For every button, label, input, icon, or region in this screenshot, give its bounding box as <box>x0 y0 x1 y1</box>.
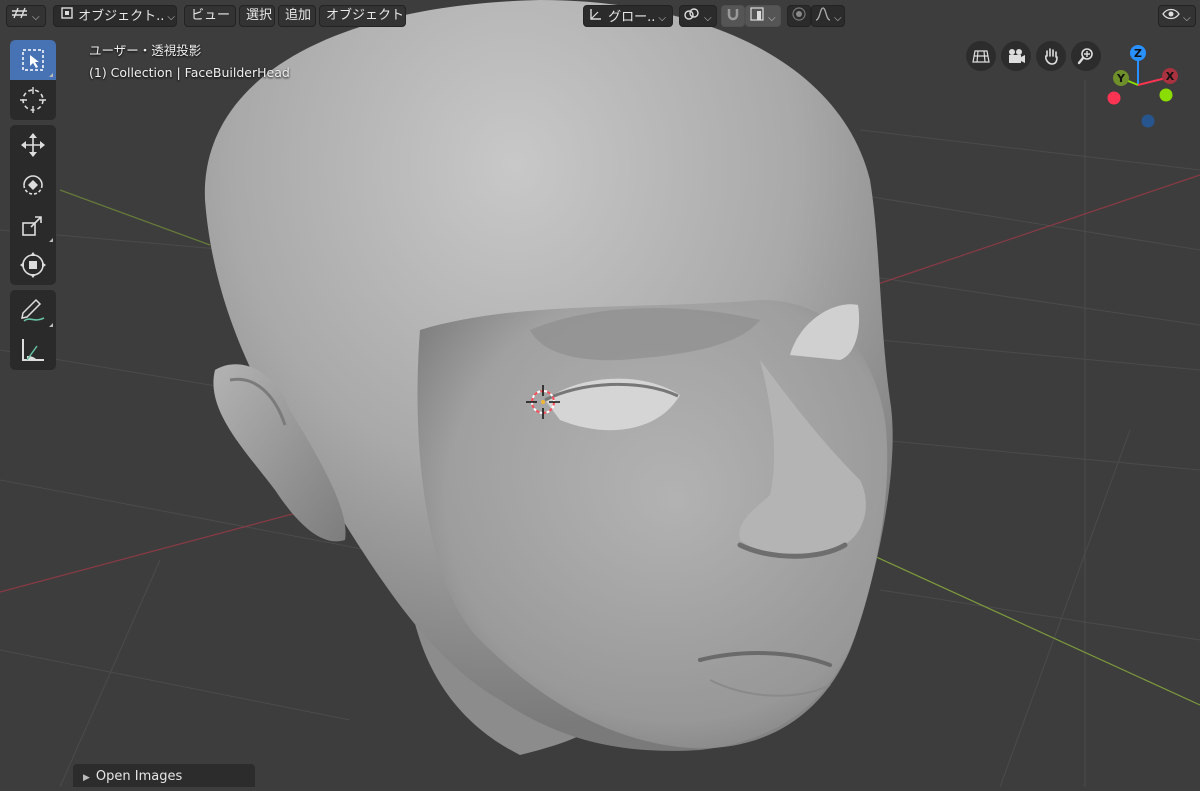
tool-group-select <box>10 40 56 120</box>
tool-cursor[interactable] <box>10 80 56 120</box>
snap-magnet-icon <box>725 6 741 29</box>
gizmo-neg-x[interactable] <box>1107 91 1121 105</box>
chevron-down-icon: ⌵ <box>167 12 175 23</box>
snap-link-icon <box>683 6 701 29</box>
chevron-down-icon: ⌵ <box>1183 13 1191 24</box>
camera-view-button[interactable] <box>1001 41 1031 71</box>
tool-annotate[interactable] <box>10 290 56 330</box>
svg-text:Z: Z <box>1134 47 1142 60</box>
menu-view[interactable]: ビュー <box>184 5 236 27</box>
mode-dropdown[interactable]: オブジェクト.. ⌵ <box>53 5 177 27</box>
transform-icon <box>20 252 46 278</box>
open-images-panel-header[interactable]: ▶ Open Images <box>73 764 255 787</box>
transform-orientation-dropdown[interactable]: グロー.. ⌵ <box>583 5 673 27</box>
gizmo-axis-x[interactable]: X <box>1162 68 1178 84</box>
menu-object-label: オブジェクト <box>326 8 405 23</box>
gizmo-axis-z[interactable]: Z <box>1130 45 1146 61</box>
cursor-icon <box>20 87 46 113</box>
gizmo-neg-z[interactable] <box>1141 114 1155 128</box>
tool-rotate[interactable] <box>10 165 56 205</box>
snap-target-dropdown[interactable]: ⌵ <box>745 5 781 27</box>
editor-type-button[interactable]: ⌵ <box>6 5 46 27</box>
pan-hand-icon <box>1045 48 1058 65</box>
mode-label: オブジェクト.. <box>78 9 165 24</box>
falloff-dropdown[interactable]: ⌵ <box>811 5 845 27</box>
gizmo-axis-y[interactable]: Y <box>1113 70 1129 86</box>
snap-toggle[interactable] <box>721 5 745 27</box>
zoom-view-button[interactable] <box>1071 41 1101 71</box>
tool-scale[interactable] <box>10 205 56 245</box>
toggle-ortho-icon <box>972 50 990 63</box>
transform-orientation-icon <box>588 6 604 29</box>
pivot-point-dropdown[interactable]: ⌵ <box>679 5 717 27</box>
tool-transform[interactable] <box>10 245 56 285</box>
editor-type-icon <box>11 6 29 27</box>
chevron-down-icon: ⌵ <box>32 12 40 23</box>
tool-shelf <box>10 40 56 375</box>
orientation-label: グロー.. <box>608 10 656 25</box>
menu-add-label: 追加 <box>285 8 312 23</box>
camera-view-icon <box>1009 49 1025 63</box>
viewport-info-overlay: ユーザー・透視投影 (1) Collection | FaceBuilderHe… <box>89 40 290 84</box>
active-collection-object: (1) Collection | FaceBuilderHead <box>89 65 290 80</box>
menu-select-label: 選択 <box>246 8 273 23</box>
tool-group-annotate <box>10 290 56 370</box>
viewport-header: ⌵ オブジェクト..⌵ ビュー 選択 追加 オブジェクト グロー..⌵ ⌵ <box>0 0 1200 32</box>
view-name: ユーザー・透視投影 <box>89 43 202 58</box>
rotate-icon <box>23 175 43 195</box>
menu-object[interactable]: オブジェクト <box>319 5 406 27</box>
chevron-down-icon: ⌵ <box>834 13 842 24</box>
measure-ruler-icon <box>22 339 44 361</box>
panel-collapse-arrow-icon: ▶ <box>83 773 90 783</box>
pan-view-button[interactable] <box>1036 41 1066 71</box>
chevron-down-icon: ⌵ <box>704 13 712 24</box>
tool-measure[interactable] <box>10 330 56 370</box>
object-mode-icon <box>60 6 74 27</box>
svg-text:X: X <box>1166 70 1175 83</box>
proportional-edit-toggle[interactable] <box>787 5 811 27</box>
3d-viewport[interactable] <box>0 0 1200 787</box>
toggle-ortho-button[interactable] <box>966 41 996 71</box>
chevron-down-icon: ⌵ <box>658 13 666 24</box>
gizmo-neg-y[interactable] <box>1159 88 1173 102</box>
tool-move[interactable] <box>10 125 56 165</box>
falloff-curve-icon <box>815 6 831 29</box>
tool-group-transform <box>10 125 56 285</box>
chevron-down-icon: ⌵ <box>768 13 776 24</box>
menu-view-label: ビュー <box>191 8 231 23</box>
snap-increment-icon <box>749 6 765 29</box>
menu-select[interactable]: 選択 <box>239 5 275 27</box>
proportional-edit-icon <box>791 6 807 29</box>
navigation-axis-gizmo[interactable]: Y X Z <box>1098 40 1184 130</box>
zoom-icon <box>1077 48 1093 65</box>
scale-icon <box>22 216 42 236</box>
svg-text:Y: Y <box>1116 72 1126 85</box>
visibility-eye-icon <box>1162 6 1180 29</box>
select-box-icon <box>22 49 44 71</box>
move-icon <box>21 133 45 157</box>
open-images-label: Open Images <box>95 769 183 784</box>
menu-add[interactable]: 追加 <box>278 5 316 27</box>
visibility-dropdown[interactable]: ⌵ <box>1158 5 1196 27</box>
tool-select-box[interactable] <box>10 40 56 80</box>
annotate-pencil-icon <box>21 298 45 322</box>
